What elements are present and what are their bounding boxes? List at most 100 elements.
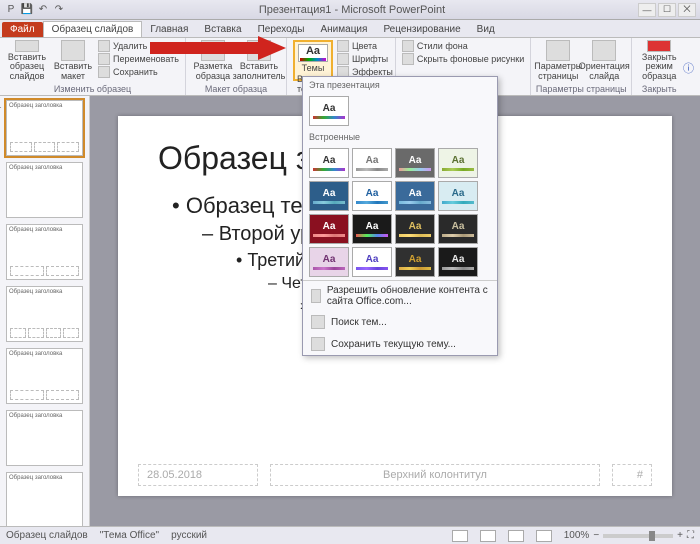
fonts-icon bbox=[337, 53, 349, 65]
master-layout-button[interactable]: Разметка образца bbox=[192, 40, 234, 81]
master-thumbnail[interactable]: 1 Образец заголовка bbox=[6, 100, 83, 156]
theme-swatch[interactable]: Aa bbox=[438, 214, 478, 244]
slide-master-icon bbox=[15, 40, 39, 52]
office-icon bbox=[311, 289, 321, 303]
orientation-label: Ориентация слайда bbox=[579, 62, 630, 81]
page-setup-label: Параметры страницы bbox=[534, 62, 582, 81]
save-current-theme-item[interactable]: Сохранить текущую тему... bbox=[303, 333, 497, 355]
help-icon[interactable]: ⓘ bbox=[683, 60, 694, 76]
checkbox-icon bbox=[402, 53, 414, 65]
theme-swatch[interactable]: Aa bbox=[352, 214, 392, 244]
hide-bg-checkbox[interactable]: Скрыть фоновые рисунки bbox=[402, 53, 524, 65]
theme-swatch[interactable]: Aa bbox=[438, 181, 478, 211]
layout-thumbnail[interactable]: Образец заголовка bbox=[6, 224, 83, 280]
zoom-slider[interactable] bbox=[603, 534, 673, 538]
thumbnail-panel[interactable]: 1 Образец заголовка Образец заголовка Об… bbox=[0, 96, 90, 526]
theme-swatch[interactable]: Aa bbox=[309, 181, 349, 211]
colors-icon bbox=[337, 40, 349, 52]
window-title: Презентация1 - Microsoft PowerPoint bbox=[66, 4, 638, 16]
tab-animation[interactable]: Анимация bbox=[312, 22, 375, 37]
zoom-in-button[interactable]: + bbox=[677, 530, 683, 541]
footer-placeholder[interactable]: Верхний колонтитул bbox=[270, 464, 600, 486]
zoom-out-button[interactable]: − bbox=[593, 530, 599, 541]
status-theme: "Тема Office" bbox=[100, 530, 159, 541]
qat-undo-icon[interactable]: ↶ bbox=[36, 3, 50, 17]
rename-icon bbox=[98, 53, 110, 65]
theme-swatch[interactable]: Aa bbox=[309, 214, 349, 244]
close-button[interactable]: ⨉ bbox=[678, 3, 696, 17]
rename-button[interactable]: Переименовать bbox=[98, 53, 179, 65]
orientation-icon bbox=[592, 40, 616, 61]
qat-save-icon[interactable]: 💾 bbox=[20, 3, 34, 17]
preserve-button[interactable]: Сохранить bbox=[98, 66, 179, 78]
layout-thumbnail[interactable]: Образец заголовка bbox=[6, 286, 83, 342]
theme-swatch[interactable]: Aa bbox=[352, 181, 392, 211]
tab-transitions[interactable]: Переходы bbox=[250, 22, 313, 37]
layout-thumbnail[interactable]: Образец заголовка bbox=[6, 472, 83, 526]
thumb-title: Образец заголовка bbox=[9, 103, 80, 109]
layout-thumbnail[interactable]: Образец заголовка bbox=[6, 410, 83, 466]
tab-slide-master[interactable]: Образец слайдов bbox=[43, 21, 143, 37]
tab-home[interactable]: Главная bbox=[142, 22, 196, 37]
maximize-button[interactable]: ☐ bbox=[658, 3, 676, 17]
colors-button[interactable]: Цвета bbox=[337, 40, 393, 52]
title-bar: P 💾 ↶ ↷ Презентация1 - Microsoft PowerPo… bbox=[0, 0, 700, 20]
group-layout-label: Макет образца bbox=[186, 84, 286, 94]
delete-icon bbox=[98, 40, 110, 52]
page-setup-icon bbox=[546, 40, 570, 61]
tab-review[interactable]: Рецензирование bbox=[375, 22, 468, 37]
tab-file[interactable]: Файл bbox=[2, 22, 43, 37]
group-page-label: Параметры страницы bbox=[531, 84, 631, 94]
insert-slide-master-button[interactable]: Вставить образец слайдов bbox=[6, 40, 48, 81]
app-icon: P bbox=[4, 3, 18, 17]
placeholders-button[interactable]: Вставить заполнитель bbox=[238, 40, 280, 81]
themes-label: Темы bbox=[302, 63, 325, 73]
browse-themes-item[interactable]: Поиск тем... bbox=[303, 311, 497, 333]
insert-layout-button[interactable]: Вставить макет bbox=[52, 40, 94, 81]
insert-layout-label: Вставить макет bbox=[52, 62, 94, 81]
enable-office-updates-item[interactable]: Разрешить обновление контента с сайта Of… bbox=[303, 281, 497, 311]
close-master-label: Закрыть режим образца bbox=[638, 53, 680, 81]
master-layout-label: Разметка образца bbox=[192, 62, 234, 81]
layout-thumbnail[interactable]: Образец заголовка bbox=[6, 348, 83, 404]
delete-button[interactable]: Удалить bbox=[98, 40, 179, 52]
themes-gallery-popup: Эта презентация Aa Встроенные AaAaAaAaAa… bbox=[302, 76, 498, 356]
theme-swatch[interactable]: Aa bbox=[395, 214, 435, 244]
placeholders-label: Вставить заполнитель bbox=[233, 62, 286, 81]
zoom-value[interactable]: 100% bbox=[564, 530, 590, 541]
tab-insert[interactable]: Вставка bbox=[196, 22, 249, 37]
fonts-button[interactable]: Шрифты bbox=[337, 53, 393, 65]
pagenum-placeholder[interactable]: # bbox=[612, 464, 652, 486]
save-icon bbox=[311, 337, 325, 351]
master-layout-icon bbox=[201, 40, 225, 61]
tab-view[interactable]: Вид bbox=[469, 22, 503, 37]
status-bar: Образец слайдов "Тема Office" русский 10… bbox=[0, 526, 700, 544]
fit-to-window-button[interactable]: ⛶ bbox=[687, 530, 694, 541]
placeholder-icon bbox=[247, 40, 271, 61]
theme-swatch[interactable]: Aa bbox=[395, 148, 435, 178]
theme-swatch[interactable]: Aa bbox=[438, 247, 478, 277]
themes-button[interactable]: Aa Темы Все темы ▾ bbox=[293, 40, 333, 81]
theme-swatch[interactable]: Aa bbox=[352, 148, 392, 178]
themes-icon: Aa bbox=[298, 44, 328, 62]
theme-swatch-current[interactable]: Aa bbox=[309, 96, 349, 126]
page-setup-button[interactable]: Параметры страницы bbox=[537, 40, 579, 81]
section-builtin: Встроенные bbox=[303, 129, 497, 145]
theme-swatch[interactable]: Aa bbox=[309, 148, 349, 178]
layout-icon bbox=[61, 40, 85, 61]
close-master-button[interactable]: Закрыть режим образца bbox=[638, 40, 680, 81]
theme-swatch[interactable]: Aa bbox=[352, 247, 392, 277]
insert-slide-master-label: Вставить образец слайдов bbox=[6, 53, 48, 81]
theme-swatch[interactable]: Aa bbox=[438, 148, 478, 178]
theme-swatch[interactable]: Aa bbox=[395, 247, 435, 277]
folder-icon bbox=[311, 315, 325, 329]
orientation-button[interactable]: Ориентация слайда bbox=[583, 40, 625, 81]
theme-swatch[interactable]: Aa bbox=[309, 247, 349, 277]
status-language[interactable]: русский bbox=[171, 530, 207, 541]
qat-redo-icon[interactable]: ↷ bbox=[52, 3, 66, 17]
layout-thumbnail[interactable]: Образец заголовка bbox=[6, 162, 83, 218]
date-placeholder[interactable]: 28.05.2018 bbox=[138, 464, 258, 486]
bg-styles-button[interactable]: Стили фона bbox=[402, 40, 524, 52]
minimize-button[interactable]: — bbox=[638, 3, 656, 17]
theme-swatch[interactable]: Aa bbox=[395, 181, 435, 211]
